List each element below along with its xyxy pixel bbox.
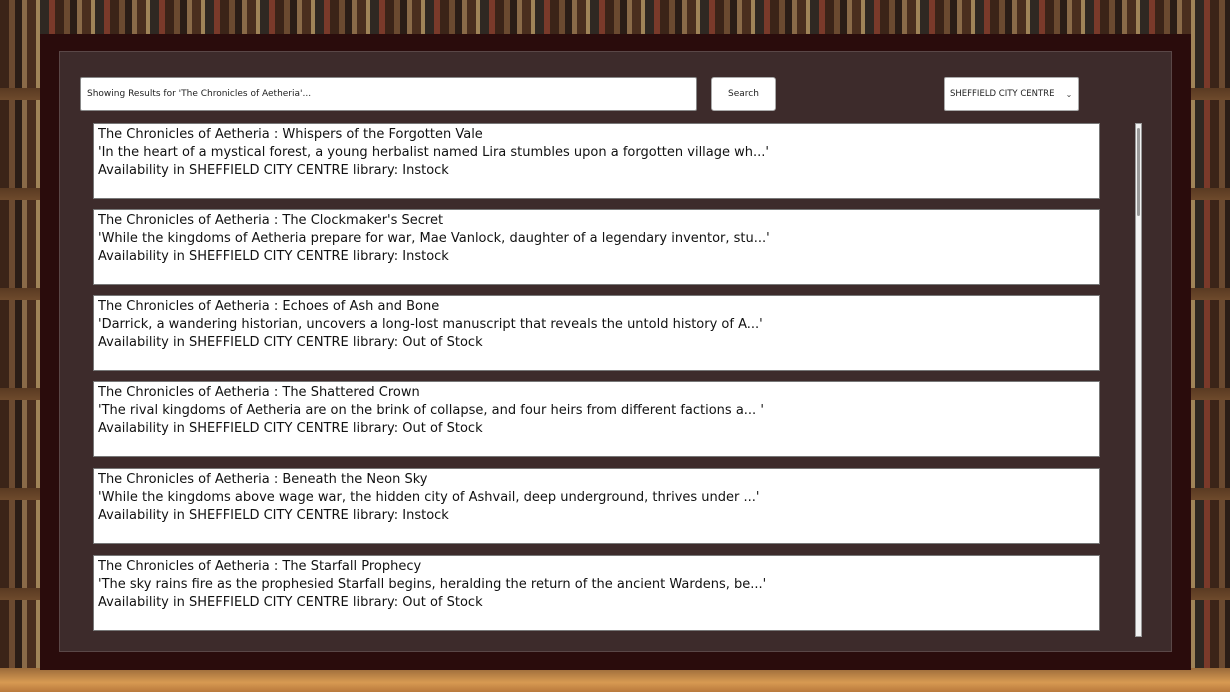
result-item[interactable]: The Chronicles of Aetheria : Echoes of A… — [93, 295, 1100, 371]
library-select[interactable]: SHEFFIELD CITY CENTRE ⌄ — [944, 77, 1079, 111]
scrollbar-thumb[interactable] — [1137, 128, 1140, 216]
result-availability: Availability in SHEFFIELD CITY CENTRE li… — [98, 595, 483, 610]
result-summary: 'The rival kingdoms of Aetheria are on t… — [98, 403, 764, 418]
result-availability: Availability in SHEFFIELD CITY CENTRE li… — [98, 249, 449, 264]
result-item[interactable]: The Chronicles of Aetheria : The Shatter… — [93, 381, 1100, 457]
result-title: The Chronicles of Aetheria : Echoes of A… — [98, 299, 440, 314]
chevron-down-icon: ⌄ — [1065, 89, 1073, 99]
result-title: The Chronicles of Aetheria : Beneath the… — [98, 472, 428, 487]
bookshelf-floor — [0, 668, 1230, 692]
result-availability: Availability in SHEFFIELD CITY CENTRE li… — [98, 163, 449, 178]
search-input[interactable] — [80, 77, 697, 111]
result-summary: 'In the heart of a mystical forest, a yo… — [98, 145, 769, 160]
result-title: The Chronicles of Aetheria : The Clockma… — [98, 213, 444, 228]
result-availability: Availability in SHEFFIELD CITY CENTRE li… — [98, 508, 449, 523]
result-summary: 'Darrick, a wandering historian, uncover… — [98, 317, 763, 332]
result-availability: Availability in SHEFFIELD CITY CENTRE li… — [98, 335, 483, 350]
library-select-value: SHEFFIELD CITY CENTRE — [950, 89, 1055, 99]
results-scrollbar[interactable] — [1135, 123, 1142, 637]
result-item[interactable]: The Chronicles of Aetheria : The Starfal… — [93, 555, 1100, 631]
result-item[interactable]: The Chronicles of Aetheria : Beneath the… — [93, 468, 1100, 544]
result-item[interactable]: The Chronicles of Aetheria : Whispers of… — [93, 123, 1100, 199]
result-title: The Chronicles of Aetheria : The Shatter… — [98, 385, 420, 400]
search-button[interactable]: Search — [711, 77, 776, 111]
result-summary: 'While the kingdoms of Aetheria prepare … — [98, 231, 770, 246]
result-availability: Availability in SHEFFIELD CITY CENTRE li… — [98, 421, 483, 436]
result-summary: 'The sky rains fire as the prophesied St… — [98, 577, 767, 592]
results-list: The Chronicles of Aetheria : Whispers of… — [93, 123, 1100, 633]
result-summary: 'While the kingdoms above wage war, the … — [98, 490, 760, 505]
result-item[interactable]: The Chronicles of Aetheria : The Clockma… — [93, 209, 1100, 285]
result-title: The Chronicles of Aetheria : Whispers of… — [98, 127, 483, 142]
result-title: The Chronicles of Aetheria : The Starfal… — [98, 559, 422, 574]
